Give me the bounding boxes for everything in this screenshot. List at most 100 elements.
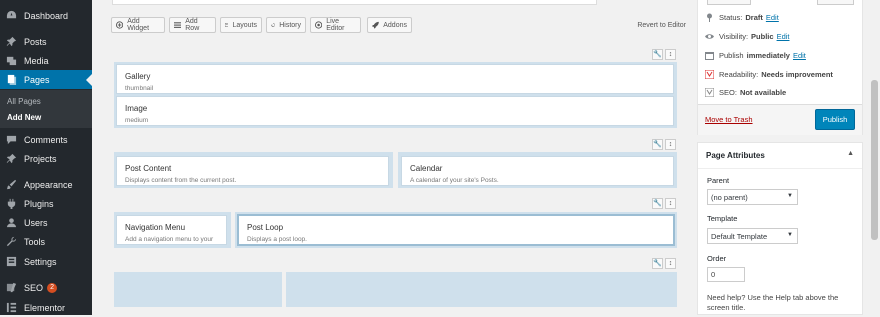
wrench-icon[interactable]: 🔧 <box>652 49 663 60</box>
users-icon <box>5 217 17 229</box>
layouts-button[interactable]: Layouts <box>220 17 262 33</box>
move-icon[interactable]: ↕ <box>665 198 676 209</box>
scrollbar-thumb[interactable] <box>871 80 878 240</box>
menu-label: Appearance <box>24 180 73 190</box>
page-attributes-header[interactable]: Page Attributes ▲ <box>698 143 862 169</box>
order-value: 0 <box>711 270 715 279</box>
move-icon[interactable]: ↕ <box>665 258 676 269</box>
wrench-icon[interactable]: 🔧 <box>652 198 663 209</box>
save-draft-button-edge[interactable] <box>707 0 751 5</box>
widget-title: Post Content <box>125 164 171 173</box>
menu-label: Users <box>24 218 48 228</box>
live-editor-label: Live Editor <box>326 18 356 32</box>
brush-icon <box>5 179 17 191</box>
history-button[interactable]: History <box>266 17 306 33</box>
menu-users[interactable]: Users <box>0 213 92 232</box>
menu-posts[interactable]: Posts <box>0 32 92 51</box>
pages-submenu: All Pages Add New <box>0 90 92 128</box>
readability-label: Readability: <box>719 70 758 79</box>
settings-icon <box>5 256 17 268</box>
menu-dashboard[interactable]: Dashboard <box>0 6 92 25</box>
addons-label: Addons <box>383 22 407 29</box>
yoast-seo-icon <box>705 88 714 97</box>
row-4-cell-1[interactable] <box>114 272 282 307</box>
widget-post-loop[interactable]: Post Loop Displays a post loop. <box>237 214 675 246</box>
menu-label: Posts <box>24 37 47 47</box>
row-1-controls: 🔧 ↕ <box>652 49 676 61</box>
widget-description: Displays content from the current post. <box>125 177 236 184</box>
menu-projects[interactable]: Projects <box>0 149 92 168</box>
row-3-controls: 🔧 ↕ <box>652 198 676 210</box>
menu-pages[interactable]: Pages <box>0 70 92 89</box>
elementor-icon <box>5 302 17 314</box>
wrench-icon[interactable]: 🔧 <box>652 258 663 269</box>
widget-title: Navigation Menu <box>125 223 185 232</box>
pages-icon <box>5 74 17 86</box>
pin-icon <box>5 36 17 48</box>
rocket-icon <box>372 21 379 29</box>
visibility-line: Visibility: Public Edit <box>705 32 790 41</box>
help-text: Need help? Use the Help tab above the sc… <box>707 293 852 313</box>
layouts-icon <box>225 21 228 29</box>
wrench-icon[interactable]: 🔧 <box>652 139 663 150</box>
move-to-trash-link[interactable]: Move to Trash <box>705 115 753 124</box>
wrench-icon <box>5 236 17 248</box>
submenu-add-new[interactable]: Add New <box>7 113 41 122</box>
chevron-down-icon: ▼ <box>787 232 793 238</box>
preview-button-edge[interactable] <box>817 0 854 5</box>
visibility-edit-link[interactable]: Edit <box>777 32 790 41</box>
revert-to-editor-link[interactable]: Revert to Editor <box>637 22 686 29</box>
seo-value: Not available <box>740 88 786 97</box>
widget-calendar[interactable]: Calendar A calendar of your site's Posts… <box>401 156 674 186</box>
readability-line: Readability: Needs improvement <box>705 70 833 79</box>
template-select[interactable]: Default Template ▼ <box>707 228 798 244</box>
chevron-down-icon: ▼ <box>787 193 793 199</box>
menu-comments[interactable]: Comments <box>0 130 92 149</box>
readability-value: Needs improvement <box>761 70 833 79</box>
page-attributes-box: Page Attributes ▲ Parent (no parent) ▼ T… <box>697 142 863 315</box>
row-4-cell-2[interactable] <box>286 272 677 307</box>
menu-plugins[interactable]: Plugins <box>0 194 92 213</box>
order-label: Order <box>707 254 726 263</box>
menu-label: Elementor <box>24 303 65 313</box>
add-row-button[interactable]: Add Row <box>169 17 216 33</box>
widget-post-content[interactable]: Post Content Displays content from the c… <box>116 156 389 186</box>
publish-edit-link[interactable]: Edit <box>793 51 806 60</box>
widget-description: Add a navigation menu to your <box>125 236 213 243</box>
menu-tools[interactable]: Tools <box>0 232 92 251</box>
template-label: Template <box>707 214 737 223</box>
seo-line: SEO: Not available <box>705 88 786 97</box>
move-icon[interactable]: ↕ <box>665 139 676 150</box>
widget-image[interactable]: Image medium <box>116 96 674 126</box>
parent-select[interactable]: (no parent) ▼ <box>707 189 798 205</box>
menu-appearance[interactable]: Appearance <box>0 175 92 194</box>
menu-label: Comments <box>24 135 68 145</box>
add-widget-button[interactable]: Add Widget <box>111 17 165 33</box>
eye-icon <box>705 32 714 41</box>
collapse-arrow-icon[interactable]: ▲ <box>847 150 854 157</box>
menu-settings[interactable]: Settings <box>0 252 92 271</box>
menu-elementor[interactable]: Elementor <box>0 298 92 317</box>
move-icon[interactable]: ↕ <box>665 49 676 60</box>
status-line: Status: Draft Edit <box>705 13 779 22</box>
widget-gallery[interactable]: Gallery thumbnail <box>116 64 674 94</box>
status-edit-link[interactable]: Edit <box>766 13 779 22</box>
widget-description: medium <box>125 117 148 124</box>
pin-icon <box>705 13 714 22</box>
scrollbar[interactable] <box>869 0 880 315</box>
media-icon <box>5 55 17 67</box>
widget-title: Gallery <box>125 72 150 81</box>
publish-button[interactable]: Publish <box>815 109 855 130</box>
order-input[interactable]: 0 <box>707 267 745 282</box>
menu-seo[interactable]: SEO 2 <box>0 278 92 297</box>
builder-toolbar: Add Widget Add Row Layouts History Live … <box>108 14 686 38</box>
title-box-edge <box>112 0 597 5</box>
live-editor-button[interactable]: Live Editor <box>310 17 361 33</box>
submenu-all-pages[interactable]: All Pages <box>7 97 41 106</box>
menu-media[interactable]: Media <box>0 51 92 70</box>
admin-sidebar: Dashboard Posts Media Pages All Pages Ad… <box>0 0 92 315</box>
yoast-readability-icon <box>705 70 714 79</box>
addons-button[interactable]: Addons <box>367 17 412 33</box>
page-attributes-title: Page Attributes <box>706 151 765 160</box>
widget-navigation-menu[interactable]: Navigation Menu Add a navigation menu to… <box>116 215 227 245</box>
